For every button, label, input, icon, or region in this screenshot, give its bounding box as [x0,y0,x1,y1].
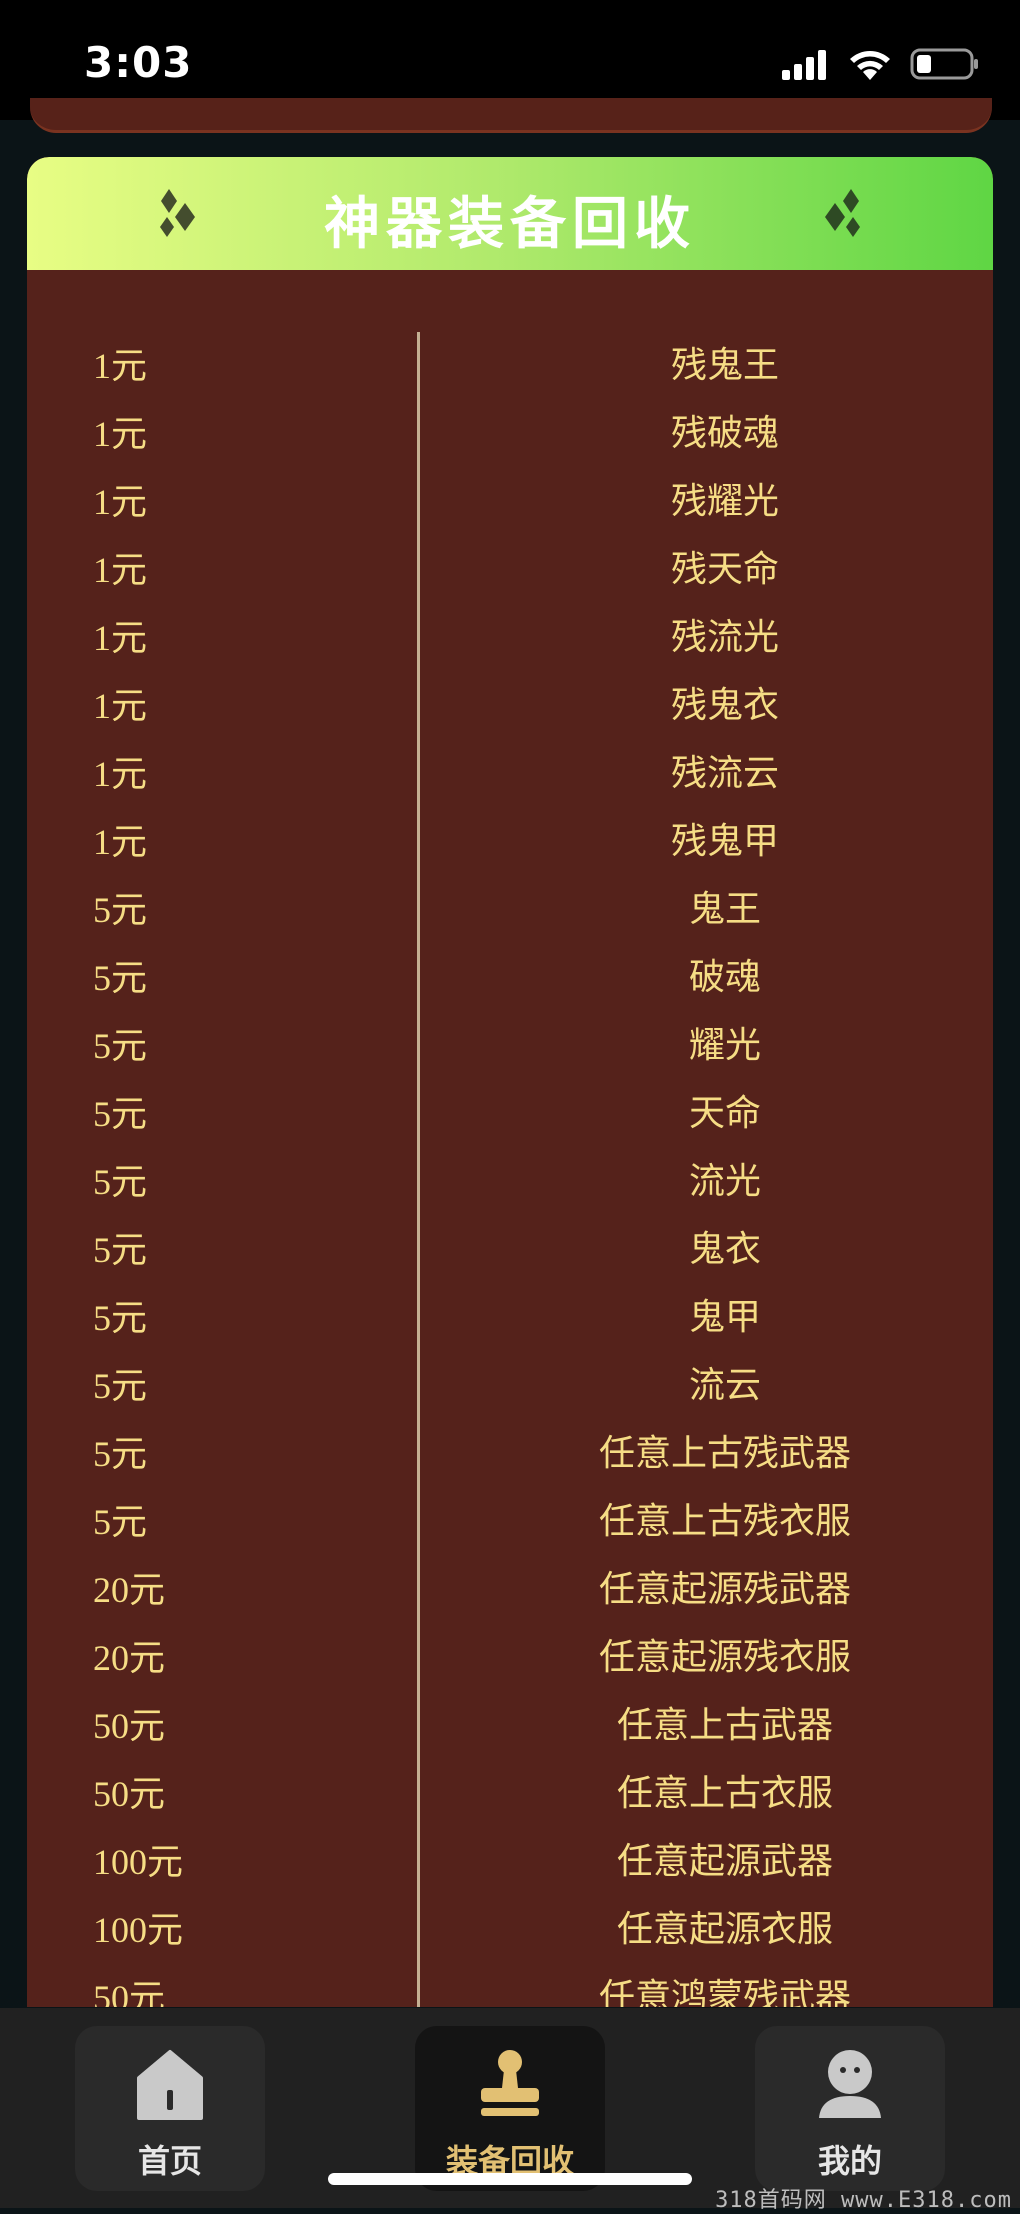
row-price: 50元 [93,1774,166,1814]
table-row: 50元 任意上古武器 [27,1692,993,1760]
table-row: 5元 流云 [27,1352,993,1420]
cellular-signal-icon [782,50,826,80]
row-item-name: 残鬼王 [670,345,779,386]
table-row: 5元 鬼王 [27,876,993,944]
tab-equipment-recycle[interactable]: 装备回收 [415,2026,605,2191]
table-row: 5元 任意上古残衣服 [27,1488,993,1556]
row-item-name: 残鬼甲 [670,821,779,862]
stamp-icon [481,2050,539,2116]
row-item-name: 天命 [688,1093,761,1134]
row-item-name: 残耀光 [670,481,779,522]
row-price: 1元 [93,482,148,522]
watermark: 318首码网 www.E318.com [715,2188,1012,2213]
row-item-name: 残鬼衣 [670,685,779,726]
row-item-name: 任意鸿蒙残武器 [598,1977,851,2007]
row-price: 20元 [93,1570,166,1610]
status-icons [782,44,980,84]
row-price: 1元 [93,754,148,794]
row-item-name: 任意起源武器 [616,1841,833,1882]
row-price: 20元 [93,1638,166,1678]
user-profile-icon [819,2050,881,2118]
table-row: 1元 残鬼甲 [27,808,993,876]
row-item-name: 任意起源残武器 [598,1569,851,1610]
row-item-name: 流光 [688,1161,761,1202]
battery-icon [910,48,978,80]
table-row: 1元 残流光 [27,604,993,672]
table-row: 100元 任意起源衣服 [27,1896,993,1964]
row-item-name: 残流云 [670,753,779,794]
table-row: 5元 天命 [27,1080,993,1148]
table-row: 5元 破魂 [27,944,993,1012]
row-item-name: 破魂 [688,957,761,998]
row-price: 5元 [93,958,148,998]
row-item-name: 残流光 [670,617,779,658]
row-price: 5元 [93,890,148,930]
wifi-icon [850,51,890,80]
row-item-name: 任意起源残衣服 [598,1637,851,1678]
row-item-name: 任意上古残武器 [598,1433,851,1474]
table-row: 5元 流光 [27,1148,993,1216]
row-item-name: 耀光 [688,1025,761,1066]
table-row: 1元 残鬼衣 [27,672,993,740]
diamond-decoration-icon [825,189,860,237]
row-price: 5元 [93,1366,148,1406]
row-price: 5元 [93,1502,148,1542]
row-price: 1元 [93,822,148,862]
row-price: 5元 [93,1094,148,1134]
table-row: 5元 耀光 [27,1012,993,1080]
row-item-name: 任意上古衣服 [616,1773,833,1814]
row-price: 5元 [93,1230,148,1270]
table-row: 1元 残耀光 [27,468,993,536]
row-price: 5元 [93,1026,148,1066]
home-indicator [328,2173,692,2185]
table-row: 1元 残破魂 [27,400,993,468]
row-item-name: 流云 [688,1365,761,1406]
recycle-card: 神器装备回收 1元 残鬼王 1元 残破魂 1元 残耀光 1元 残天命 1元 残流光 1元 残鬼衣 1元残… [27,157,993,2007]
row-price: 50元 [93,1706,166,1746]
row-price: 1元 [93,550,148,590]
table-row: 50元 任意上古衣服 [27,1760,993,1828]
table-row: 1元 残鬼王 [27,332,993,400]
row-price: 1元 [93,414,148,454]
row-item-name: 任意起源衣服 [616,1909,833,1950]
row-item-name: 鬼王 [688,889,761,930]
table-row: 100元 任意起源武器 [27,1828,993,1896]
row-price: 50元 [93,1978,166,2007]
row-price: 1元 [93,686,148,726]
row-item-name: 残破魂 [670,413,779,454]
row-item-name: 任意上古武器 [616,1705,833,1746]
row-price: 1元 [93,346,148,386]
row-item-name: 鬼衣 [688,1229,761,1270]
table-row: 1元 残流云 [27,740,993,808]
row-item-name: 残天命 [670,549,779,590]
status-time: 3:03 [84,38,193,87]
card-header: 神器装备回收 [27,157,993,270]
table-row: 5元 任意上古残武器 [27,1420,993,1488]
price-table: 1元 残鬼王 1元 残破魂 1元 残耀光 1元 残天命 1元 残流光 1元 残鬼衣 1元 残流云 1元 残鬼甲… [27,332,993,2007]
tab-mine-label: 我的 [817,2142,882,2180]
table-row: 1元 残天命 [27,536,993,604]
row-item-name: 鬼甲 [688,1297,761,1338]
table-row: 5元 鬼甲 [27,1284,993,1352]
tab-home[interactable]: 首页 [75,2026,265,2191]
table-row: 50元 任意鸿蒙残武器 [27,1964,993,2007]
tab-mine[interactable]: 我的 [755,2026,945,2191]
home-icon [137,2050,203,2120]
row-price: 100元 [93,1910,184,1950]
previous-card-edge [30,98,992,133]
table-row: 20元 任意起源残衣服 [27,1624,993,1692]
tab-home-label: 首页 [137,2142,202,2180]
row-price: 100元 [93,1842,184,1882]
row-price: 1元 [93,618,148,658]
row-price: 5元 [93,1298,148,1338]
row-price: 5元 [93,1162,148,1202]
row-price: 5元 [93,1434,148,1474]
table-row: 5元 鬼衣 [27,1216,993,1284]
table-row: 20元 任意起源残武器 [27,1556,993,1624]
row-item-name: 任意上古残衣服 [598,1501,851,1542]
